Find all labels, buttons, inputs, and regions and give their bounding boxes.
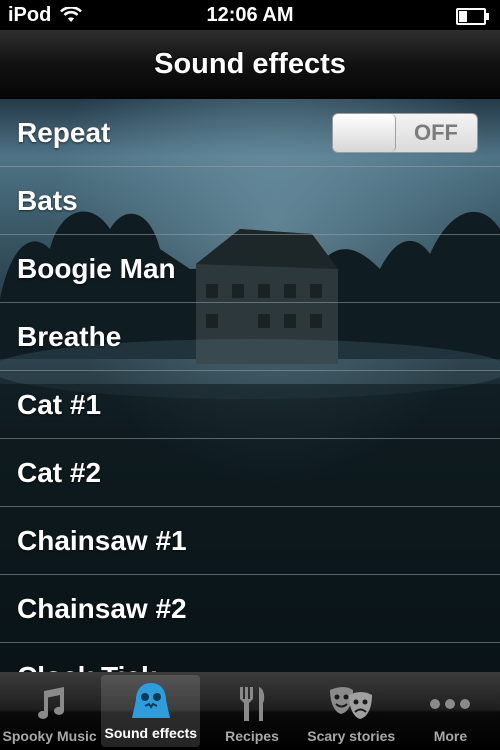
sound-label: Chainsaw #1 — [17, 525, 187, 556]
music-note-icon — [30, 682, 70, 726]
tab-scary-stories[interactable]: Scary stories — [302, 672, 401, 750]
tab-spooky-music[interactable]: Spooky Music — [0, 672, 99, 750]
sound-row-clock-tick[interactable]: Clock Tick — [0, 643, 500, 672]
repeat-toggle[interactable]: OFF — [332, 113, 478, 153]
sound-list-view[interactable]: Repeat OFF Bats Boogie Man Breathe Cat #… — [0, 99, 500, 672]
sound-label: Cat #1 — [17, 389, 102, 420]
sound-row-bats[interactable]: Bats — [0, 167, 500, 235]
battery-fill — [459, 11, 467, 22]
page-title: Sound effects — [154, 47, 346, 80]
clock: 12:06 AM — [206, 4, 294, 26]
tab-label: Recipes — [225, 728, 279, 744]
tab-bar: Spooky Music Sound effects Recipes Scary… — [0, 672, 500, 750]
battery-icon — [456, 8, 489, 25]
tab-label: More — [433, 728, 468, 744]
sound-row-cat-2[interactable]: Cat #2 — [0, 439, 500, 507]
more-dots-icon — [427, 682, 473, 726]
toggle-state-label: OFF — [414, 120, 458, 145]
sound-label: Clock Tick — [17, 643, 157, 672]
theater-masks-icon — [327, 682, 375, 726]
tab-label: Sound effects — [104, 725, 198, 741]
sound-row-chainsaw-1[interactable]: Chainsaw #1 — [0, 507, 500, 575]
sound-label: Boogie Man — [17, 253, 176, 284]
tab-label: Scary stories — [307, 728, 396, 744]
sound-label: Breathe — [17, 321, 122, 352]
sound-label: Bats — [17, 185, 78, 216]
sound-label: Cat #2 — [17, 457, 102, 488]
toggle-knob[interactable] — [333, 114, 396, 152]
sound-row-breathe[interactable]: Breathe — [0, 303, 500, 371]
sound-list: Repeat OFF Bats Boogie Man Breathe Cat #… — [0, 99, 500, 672]
ghost-icon — [128, 679, 174, 723]
tab-label: Spooky Music — [2, 728, 97, 744]
sound-row-chainsaw-2[interactable]: Chainsaw #2 — [0, 575, 500, 643]
sound-label: Chainsaw #2 — [17, 593, 187, 624]
repeat-row: Repeat OFF — [0, 99, 500, 167]
repeat-label: Repeat — [17, 117, 111, 148]
status-bar: iPod 12:06 AM — [0, 0, 500, 30]
tab-more[interactable]: More — [401, 672, 500, 750]
tab-sound-effects[interactable]: Sound effects — [101, 675, 201, 747]
fork-knife-icon — [232, 682, 272, 726]
tab-recipes[interactable]: Recipes — [202, 672, 301, 750]
sound-row-boogie-man[interactable]: Boogie Man — [0, 235, 500, 303]
navigation-bar: Sound effects — [0, 30, 500, 99]
sound-row-cat-1[interactable]: Cat #1 — [0, 371, 500, 439]
